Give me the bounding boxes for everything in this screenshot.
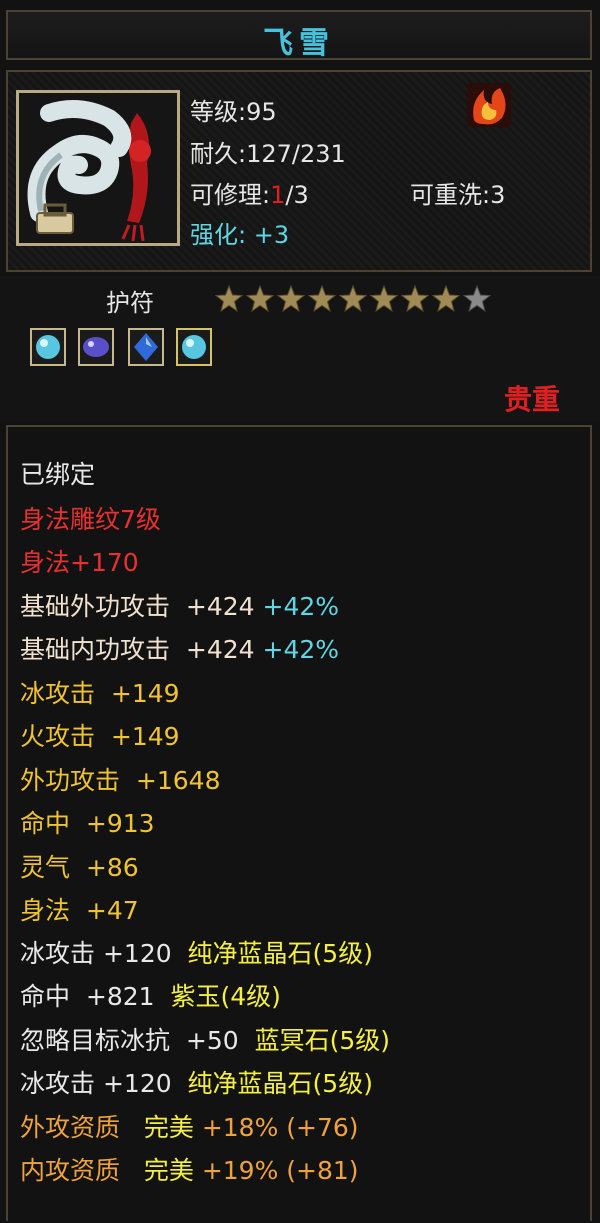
repair-used: 1 [270,181,286,209]
attr-name: 身法 [20,896,71,925]
engrave-bonus-line: 身法+170 [20,548,139,577]
gem-name: 纯净蓝晶石(5级) [187,939,373,968]
attr-name: 忽略目标冰抗 [20,1026,171,1055]
attr-name: 外攻资质 [20,1113,121,1142]
attr-name: 冰攻击 [20,1069,96,1098]
cyan-gem-icon[interactable] [30,328,66,366]
enhance-label: 强化: [190,221,247,249]
attr-name: 冰攻击 [20,679,96,708]
enhance-row: 强化: +3 [190,215,289,250]
repair-total: /3 [285,181,309,209]
attr-value: +913 [85,809,155,838]
attr-value: +821 [85,982,155,1011]
gem-name: 纯净蓝晶石(5级) [187,1069,373,1098]
attr-value: +149 [110,722,180,751]
gem-line-3: 忽略目标冰抗 +50 蓝冥石(5级) [20,1021,390,1057]
rewash-label: 可重洗: [410,181,491,209]
attr-value: +50 [185,1026,239,1055]
rewash-value: 3 [490,181,506,209]
star-filled-icon [338,284,368,313]
gem-name: 蓝冥石(5级) [254,1026,391,1055]
enhance-value: +3 [253,221,290,249]
attr-percent: +18% [201,1113,279,1142]
hit-line: 命中 +913 [20,804,155,840]
title-bar: 飞雪 [6,10,592,61]
attr-name: 灵气 [20,853,71,882]
aptitude-grade: 完美 [143,1156,194,1185]
attr-name: 冰攻击 [20,939,96,968]
level-value: 95 [246,98,277,126]
attr-value: +424 [185,635,255,664]
aptitude-line-2: 内攻资质 完美 +19% (+81) [20,1151,359,1187]
attr-percent: +42% [262,635,340,664]
gem-line-1: 冰攻击 +120 纯净蓝晶石(5级) [20,934,373,970]
star-empty-icon [462,284,492,313]
item-name: 飞雪 [263,26,335,61]
amulet-image-icon [19,93,177,243]
gem-line-4: 冰攻击 +120 纯净蓝晶石(5级) [20,1064,373,1100]
attr-value: +86 [85,853,139,882]
durability-label: 耐久: [190,140,247,168]
attr-value: +149 [110,679,180,708]
attr-value: +47 [85,896,139,925]
engrave-line: 身法雕纹7级 [20,505,161,534]
purple-gem-icon[interactable] [78,328,114,366]
gem-line-2: 命中 +821 紫玉(4级) [20,977,281,1013]
rewash-row: 可重洗:3 [410,175,505,210]
attr-bonus: (+76) [286,1113,359,1142]
rarity-label: 贵重 [503,383,560,416]
attr-name: 火攻击 [20,722,96,751]
repair-row: 可修理:1/3 [190,175,309,210]
amulet-label: 护符 [106,289,154,317]
level-row: 等级:95 [190,92,277,127]
spirit-line: 灵气 +86 [20,848,139,884]
attr-value: +120 [102,939,172,968]
item-tooltip: 飞雪 等级:95 耐久:127/231 可修理:1/3 可重洗:3 强化: +3 [0,0,600,1223]
aptitude-line-1: 外攻资质 完美 +18% (+76) [20,1108,359,1144]
repair-label: 可修理: [190,181,271,209]
base-ext-attack-line: 基础外功攻击 +424 +42% [20,587,339,623]
durability-row: 耐久:127/231 [190,134,346,169]
star-filled-icon [214,284,244,313]
item-portrait [16,90,180,246]
attr-name: 内攻资质 [20,1156,121,1185]
fire-element-icon [467,83,511,127]
star-filled-icon [431,284,461,313]
durability-value: 127/231 [246,140,346,168]
star-filled-icon [369,284,399,313]
blue-gem-icon[interactable] [128,328,164,366]
attr-percent: +19% [201,1156,279,1185]
attr-value: +424 [185,592,255,621]
ext-attack-line: 外功攻击 +1648 [20,761,221,797]
star-filled-icon [400,284,430,313]
aptitude-grade: 完美 [143,1113,194,1142]
star-filled-icon [276,284,306,313]
agility-line: 身法 +47 [20,891,139,927]
star-filled-icon [245,284,275,313]
attr-name: 基础外功攻击 [20,592,171,621]
attr-percent: +42% [262,592,340,621]
gem-name: 紫玉(4级) [170,982,281,1011]
base-int-attack-line: 基础内功攻击 +424 +42% [20,630,339,666]
attr-name: 命中 [20,809,71,838]
attr-value: +120 [102,1069,172,1098]
bound-status: 已绑定 [20,460,96,489]
ice-attack-line: 冰攻击 +149 [20,674,180,710]
attr-name: 基础内功攻击 [20,635,171,664]
attr-value: +1648 [135,766,221,795]
attr-name: 外功攻击 [20,766,121,795]
cyan-gem-icon[interactable] [176,328,212,366]
fire-attack-line: 火攻击 +149 [20,717,180,753]
attr-name: 命中 [20,982,71,1011]
attr-bonus: (+81) [286,1156,359,1185]
star-filled-icon [307,284,337,313]
level-label: 等级: [190,98,247,126]
